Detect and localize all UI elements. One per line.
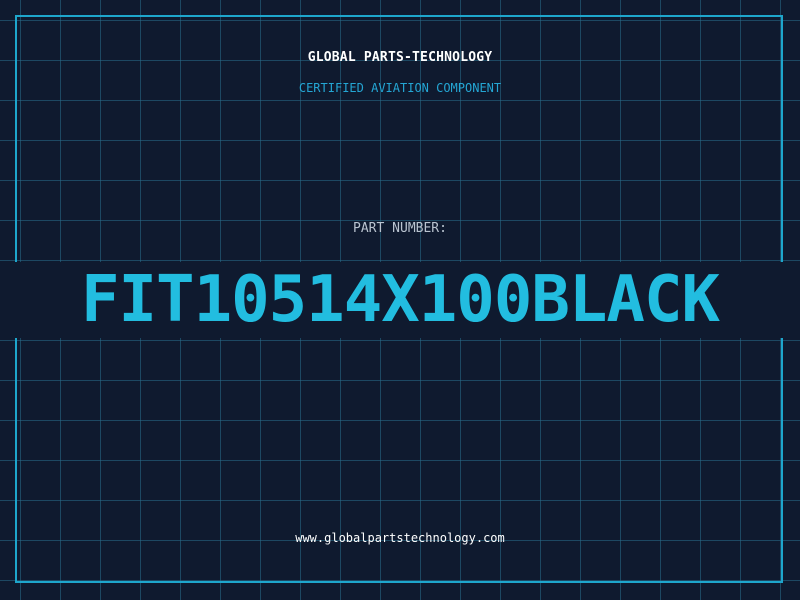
part-number-value: FIT10514X100BLACK	[80, 263, 720, 337]
part-number-label: PART NUMBER:	[353, 221, 447, 236]
brand-title: GLOBAL PARTS-TECHNOLOGY	[307, 50, 493, 65]
website-link[interactable]: www.globalpartstechnology.com	[0, 531, 800, 545]
brand-tagline: CERTIFIED AVIATION COMPONENT	[298, 81, 502, 95]
label-canvas: GLOBAL PARTS-TECHNOLOGY CERTIFIED AVIATI…	[0, 0, 800, 600]
